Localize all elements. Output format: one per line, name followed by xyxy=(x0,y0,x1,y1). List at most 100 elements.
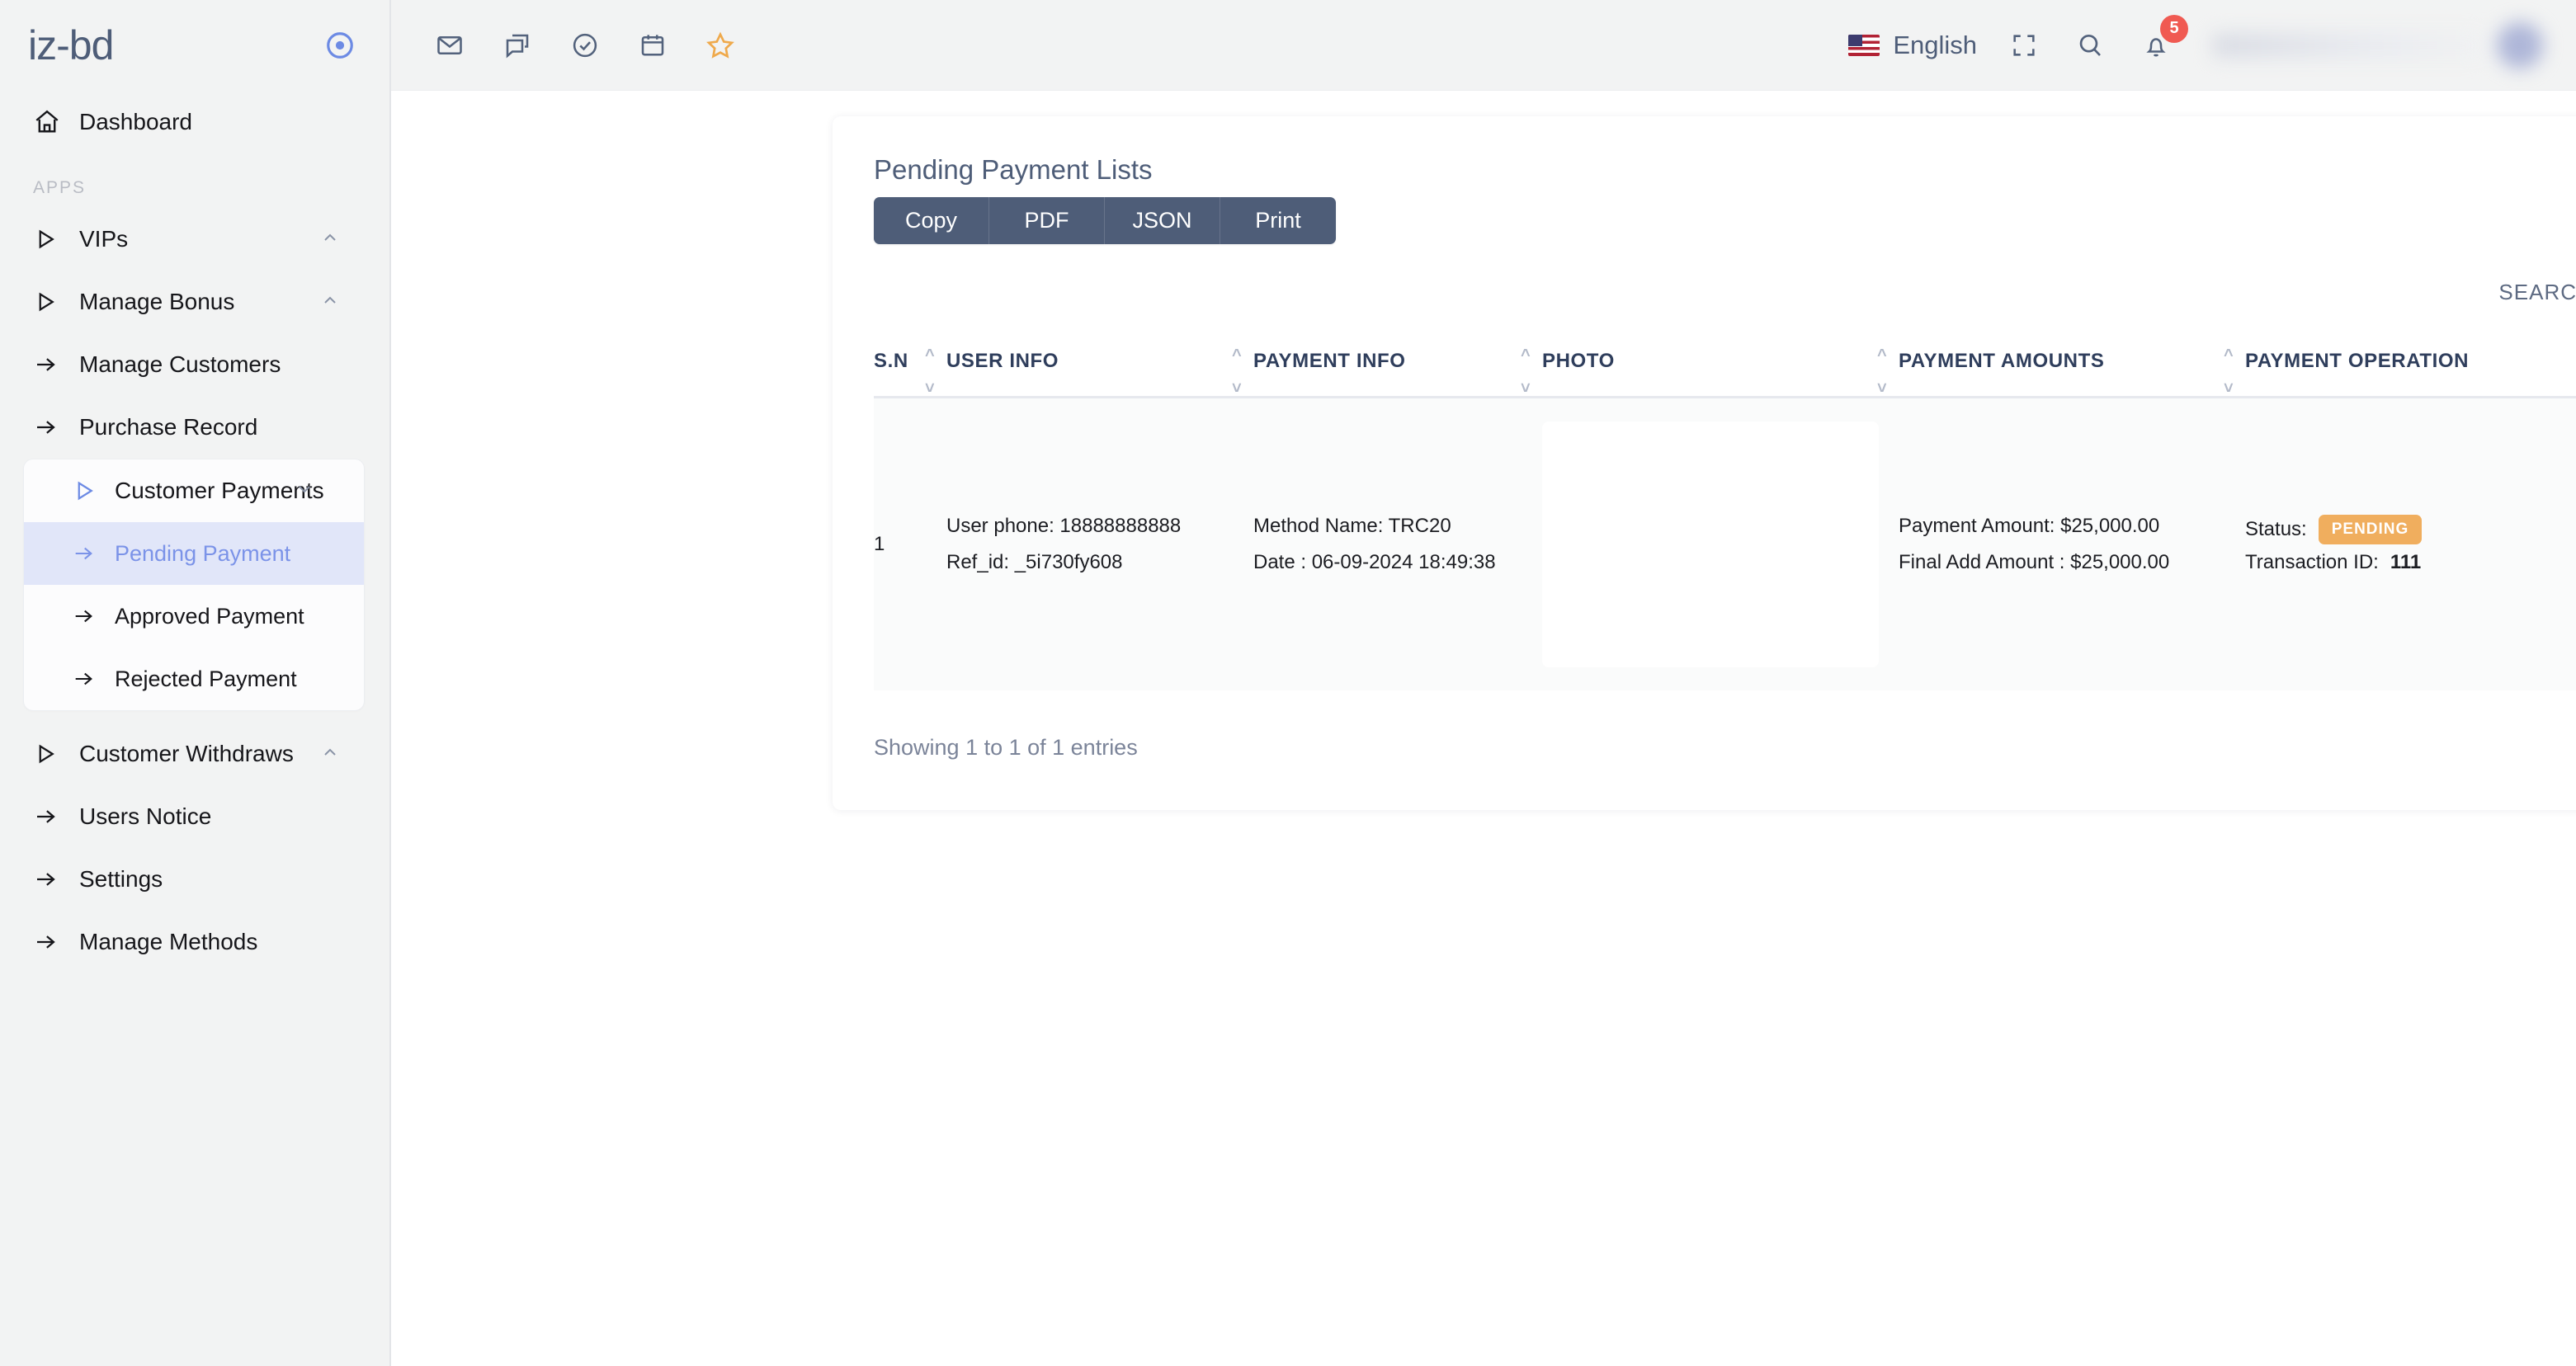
check-circle-icon[interactable] xyxy=(566,26,604,64)
star-icon[interactable] xyxy=(701,26,739,64)
sidebar-item-approved-payment[interactable]: Approved Payment xyxy=(24,585,364,648)
sidebar-item-manage-customers[interactable]: Manage Customers xyxy=(0,333,389,396)
sidebar-item-users-notice[interactable]: Users Notice xyxy=(0,785,389,848)
chevron-up-icon[interactable] xyxy=(320,228,340,252)
sort-toggle-icon[interactable]: ^ ˅ xyxy=(1877,348,1895,396)
home-icon xyxy=(33,108,79,136)
column-label: S.N xyxy=(874,350,908,372)
search-row: SEARCH: xyxy=(874,269,2576,315)
column-label: PAYMENT OPERATION xyxy=(2245,350,2469,372)
search-label: SEARCH: xyxy=(2498,280,2576,305)
avatar xyxy=(2497,22,2543,68)
chevron-up-icon[interactable] xyxy=(320,290,340,314)
payment-photo[interactable] xyxy=(1542,422,1879,667)
topbar-left-icons xyxy=(431,26,739,64)
search-icon[interactable] xyxy=(2071,26,2109,64)
sort-toggle-icon[interactable]: ^ ˅ xyxy=(1232,348,1250,396)
ref-id: Ref_id: _5i730fy608 xyxy=(946,544,1253,581)
notification-badge: 5 xyxy=(2160,15,2188,43)
user-profile-menu[interactable] xyxy=(2213,20,2543,71)
print-button[interactable]: Print xyxy=(1220,197,1336,244)
table-footer: Showing 1 to 1 of 1 entries Previous 1 N… xyxy=(874,723,2576,772)
transaction-id: 111 xyxy=(2390,551,2421,574)
arrow-right-icon xyxy=(33,804,79,829)
sidebar-item-label: Users Notice xyxy=(79,803,211,830)
column-header-user-info[interactable]: ^ ˅ USER INFO xyxy=(946,337,1253,398)
sidebar-item-pending-payment[interactable]: Pending Payment xyxy=(24,522,364,585)
play-icon xyxy=(33,742,79,766)
chevron-down-icon: ˅ xyxy=(925,381,943,396)
chevron-up-icon: ^ xyxy=(1877,348,1895,363)
chat-icon[interactable] xyxy=(498,26,536,64)
transaction-label: Transaction ID: xyxy=(2245,551,2379,574)
target-icon[interactable] xyxy=(322,27,358,64)
column-header-payment-operation[interactable]: ^ ˅ PAYMENT OPERATION xyxy=(2245,337,2576,398)
sidebar-item-purchase-record[interactable]: Purchase Record xyxy=(0,396,389,459)
bell-icon[interactable]: 5 xyxy=(2137,26,2175,64)
sidebar-item-settings[interactable]: Settings xyxy=(0,848,389,911)
mail-icon[interactable] xyxy=(431,26,469,64)
sort-toggle-icon[interactable]: ^ ˅ xyxy=(2224,348,2242,396)
sidebar-group-customer-payments: Customer Payments Pending Payment Approv… xyxy=(23,459,365,711)
sidebar-item-dashboard[interactable]: Dashboard xyxy=(0,91,389,153)
column-header-photo[interactable]: ^ ˅ PHOTO xyxy=(1542,337,1899,398)
sidebar-item-label: Customer Payments xyxy=(115,478,324,504)
play-icon xyxy=(33,290,79,314)
chevron-up-icon[interactable] xyxy=(320,742,340,766)
cell-sn: 1 xyxy=(874,398,946,691)
table-header-row: S.N ^ ˅ USER INFO ^ ˅ xyxy=(874,337,2576,398)
sidebar-item-rejected-payment[interactable]: Rejected Payment xyxy=(24,648,364,710)
cell-payment-amounts: Payment Amount: $25,000.00 Final Add Amo… xyxy=(1899,398,2245,691)
column-header-payment-amounts[interactable]: ^ ˅ PAYMENT AMOUNTS xyxy=(1899,337,2245,398)
pdf-button[interactable]: PDF xyxy=(989,197,1105,244)
sidebar-item-manage-bonus[interactable]: Manage Bonus xyxy=(0,271,389,333)
language-selector[interactable]: English xyxy=(1848,31,1977,60)
language-label: English xyxy=(1893,31,1977,60)
brand-title: iz-bd xyxy=(28,21,113,69)
status-badge: PENDING xyxy=(2319,515,2423,544)
pending-payment-card: Pending Payment Lists Copy PDF JSON Prin… xyxy=(833,116,2576,810)
user-phone: User phone: 18888888888 xyxy=(946,508,1253,544)
payment-date: Date : 06-09-2024 18:49:38 xyxy=(1253,544,1542,581)
sidebar-item-label: Manage Methods xyxy=(79,929,257,955)
arrow-right-icon xyxy=(72,667,115,690)
sidebar-item-vips[interactable]: VIPs xyxy=(0,208,389,271)
play-icon xyxy=(33,227,79,252)
us-flag-icon xyxy=(1848,35,1880,56)
chevron-down-icon: ˅ xyxy=(1232,381,1250,396)
payment-amount: Payment Amount: $25,000.00 xyxy=(1899,508,2245,544)
chevron-up-icon: ^ xyxy=(1521,348,1539,363)
chevron-down-icon[interactable] xyxy=(295,479,314,503)
method-name: Method Name: TRC20 xyxy=(1253,508,1542,544)
sidebar-item-customer-withdraws[interactable]: Customer Withdraws xyxy=(0,723,389,785)
calendar-icon[interactable] xyxy=(634,26,672,64)
sidebar-item-label: Pending Payment xyxy=(115,541,290,567)
json-button[interactable]: JSON xyxy=(1105,197,1220,244)
column-label: USER INFO xyxy=(946,350,1059,372)
sidebar-item-customer-payments[interactable]: Customer Payments xyxy=(24,459,364,522)
sidebar-item-label: Approved Payment xyxy=(115,604,304,629)
transaction-row: Transaction ID: 111 xyxy=(2245,548,2576,577)
user-name xyxy=(2213,33,2482,58)
column-label: PAYMENT INFO xyxy=(1253,350,1406,372)
arrow-right-icon xyxy=(33,352,79,377)
chevron-down-icon: ˅ xyxy=(1877,381,1895,396)
chevron-up-icon: ^ xyxy=(925,348,943,363)
sidebar-item-label: Dashboard xyxy=(79,109,192,135)
sort-toggle-icon[interactable]: ^ ˅ xyxy=(925,348,943,396)
copy-button[interactable]: Copy xyxy=(874,197,989,244)
arrow-right-icon xyxy=(33,867,79,892)
status-row: Status: PENDING xyxy=(2245,511,2576,548)
chevron-down-icon: ˅ xyxy=(2224,381,2242,396)
sort-toggle-icon[interactable]: ^ ˅ xyxy=(1521,348,1539,396)
column-label: PAYMENT AMOUNTS xyxy=(1899,350,2104,372)
final-add-amount: Final Add Amount : $25,000.00 xyxy=(1899,544,2245,581)
chevron-down-icon: ˅ xyxy=(1521,381,1539,396)
sidebar-item-manage-methods[interactable]: Manage Methods xyxy=(0,911,389,973)
app-root: iz-bd Dashboard APPS VIPs xyxy=(0,0,2576,1366)
fullscreen-icon[interactable] xyxy=(2005,26,2043,64)
sidebar-section-apps: APPS xyxy=(0,153,389,208)
column-header-payment-info[interactable]: ^ ˅ PAYMENT INFO xyxy=(1253,337,1542,398)
arrow-right-icon xyxy=(72,542,115,565)
sidebar-brand-row: iz-bd xyxy=(0,0,389,91)
